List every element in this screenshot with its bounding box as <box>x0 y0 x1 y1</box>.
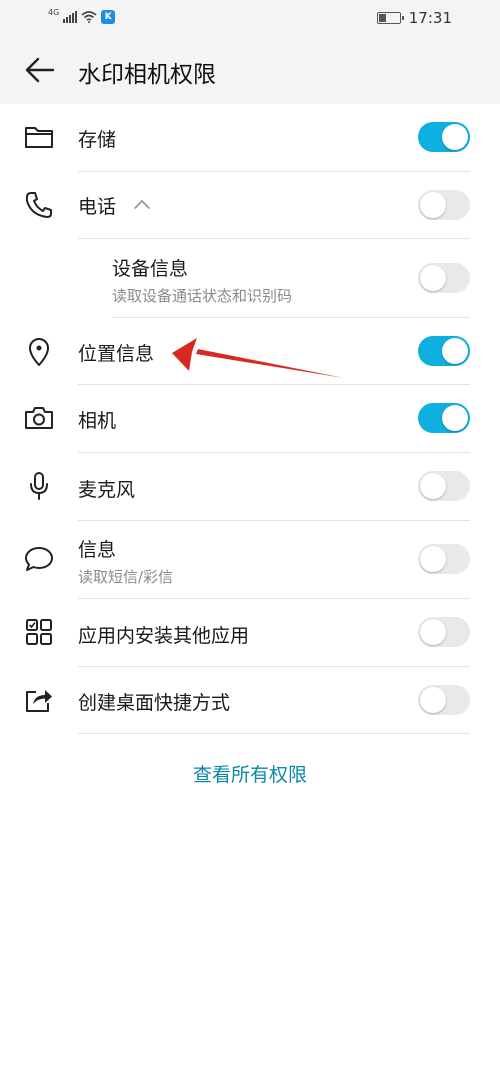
device-info-toggle[interactable] <box>418 263 470 293</box>
camera-toggle[interactable] <box>418 403 470 433</box>
permission-row-camera[interactable]: 相机 <box>0 385 500 452</box>
permission-label: 设备信息 <box>112 258 189 280</box>
microphone-icon <box>22 469 56 503</box>
status-right: 17:31 <box>376 9 452 27</box>
divider <box>78 733 470 734</box>
sms-toggle[interactable] <box>418 544 470 574</box>
shortcut-toggle[interactable] <box>418 685 470 715</box>
toggle-knob <box>420 473 446 499</box>
permission-label: 电话 <box>78 196 117 218</box>
wifi-icon <box>81 11 97 23</box>
share-shortcut-icon <box>22 683 56 717</box>
toggle-knob <box>442 124 468 150</box>
notification-app-icon: K <box>101 10 116 24</box>
permission-label: 存储 <box>78 129 117 151</box>
chevron-up-icon[interactable] <box>132 194 152 214</box>
permission-row-sms[interactable]: 信息 读取短信/彩信 <box>0 521 500 598</box>
chat-bubble-icon <box>22 542 56 576</box>
toggle-knob <box>420 687 446 713</box>
status-time: 17:31 <box>408 9 452 27</box>
permission-row-install-apps[interactable]: 应用内安装其他应用 <box>0 599 500 666</box>
app-grid-icon <box>22 615 56 649</box>
permission-row-location[interactable]: 位置信息 <box>0 318 500 384</box>
app-bar: 4G K 17:31 水印相机权限 <box>0 0 500 104</box>
battery-icon <box>376 12 404 24</box>
toggle-knob <box>442 405 468 431</box>
status-bar: 4G K 17:31 <box>0 0 500 36</box>
permission-label: 应用内安装其他应用 <box>78 625 250 647</box>
view-all-permissions-link[interactable]: 查看所有权限 <box>0 760 500 787</box>
permission-label: 信息 <box>78 539 117 561</box>
permission-subtitle: 读取设备通话状态和识别码 <box>112 287 293 305</box>
permission-row-device-info[interactable]: 设备信息 读取设备通话状态和识别码 <box>0 239 500 317</box>
toggle-knob <box>420 546 446 572</box>
permission-row-microphone[interactable]: 麦克风 <box>0 453 500 520</box>
camera-icon <box>22 401 56 435</box>
permission-row-shortcut[interactable]: 创建桌面快捷方式 <box>0 667 500 733</box>
permission-subtitle: 读取短信/彩信 <box>78 568 174 586</box>
location-toggle[interactable] <box>418 336 470 366</box>
back-arrow-icon <box>25 57 55 83</box>
back-button[interactable] <box>22 52 58 88</box>
page-title: 水印相机权限 <box>78 62 216 88</box>
folder-icon <box>22 120 56 154</box>
storage-toggle[interactable] <box>418 122 470 152</box>
toggle-knob <box>420 192 446 218</box>
permission-label: 创建桌面快捷方式 <box>78 692 231 714</box>
permission-label: 麦克风 <box>78 479 136 501</box>
permission-row-phone[interactable]: 电话 <box>0 172 500 238</box>
permission-row-storage[interactable]: 存储 <box>0 104 500 171</box>
phone-toggle[interactable] <box>418 190 470 220</box>
battery-level <box>378 14 386 22</box>
permission-label: 位置信息 <box>78 343 155 365</box>
microphone-toggle[interactable] <box>418 471 470 501</box>
toggle-knob <box>420 619 446 645</box>
install-apps-toggle[interactable] <box>418 617 470 647</box>
location-pin-icon <box>22 335 56 369</box>
network-type: 4G <box>48 7 60 17</box>
signal-icon <box>63 11 78 23</box>
toggle-knob <box>442 338 468 364</box>
status-left: 4G K <box>48 7 116 24</box>
permission-label: 相机 <box>78 410 117 432</box>
toggle-knob <box>420 265 446 291</box>
phone-icon <box>22 188 56 222</box>
